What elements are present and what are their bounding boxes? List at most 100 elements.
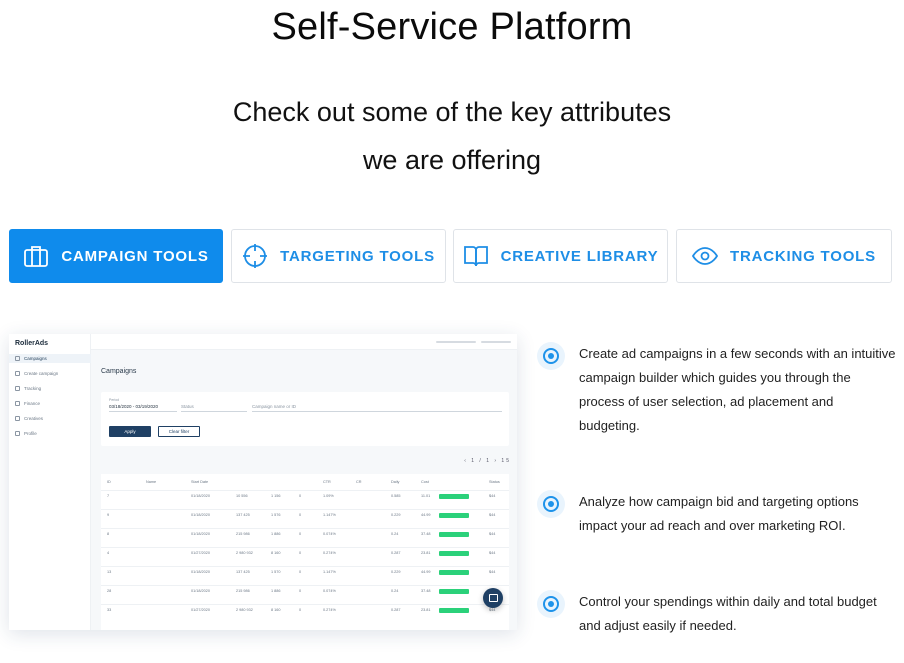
- mock-table-cell: 1.09%: [323, 494, 334, 498]
- mock-table-cell: 0.074%: [323, 589, 336, 593]
- mock-table-cell: 33: [107, 608, 112, 612]
- feature-text: Control your spendings within daily and …: [579, 594, 877, 633]
- mock-pager: ‹ 1 / 1 › 15: [464, 458, 511, 464]
- mock-row-divider: [101, 585, 509, 586]
- feature-text: Create ad campaigns in a few seconds wit…: [579, 346, 896, 433]
- mock-topbar: [91, 334, 517, 350]
- mock-table: ID Name Start Date CTR CR Daily Cost Status 7 01/…: [101, 474, 509, 630]
- mock-row-divider: [101, 528, 509, 529]
- page-subtitle: Check out some of the key attributes we …: [0, 88, 904, 184]
- mock-table-cell: 9: [107, 513, 110, 517]
- mock-table-cell: 0.229: [391, 513, 401, 517]
- mock-date-label: Period: [109, 398, 120, 402]
- mock-table-cell: 01/18/2020: [191, 570, 211, 574]
- mock-table-cell: 8 160: [271, 551, 281, 555]
- mock-table-cell: $44: [489, 513, 496, 517]
- tab-label: TARGETING TOOLS: [280, 247, 435, 265]
- target-dot-icon: [537, 590, 565, 618]
- mock-row-divider: [101, 490, 509, 491]
- mock-table-cell: 2 980 932: [236, 608, 253, 612]
- mock-table-cell: $44: [489, 608, 496, 612]
- mock-table-cell: 8 160: [271, 608, 281, 612]
- mock-table-cell: 1 886: [271, 589, 281, 593]
- mock-table-cell: 7: [107, 494, 110, 498]
- mock-topbar-placeholder: [481, 341, 511, 343]
- mock-clear-button: Clear filter: [158, 426, 200, 437]
- mock-table-cell: 1 156: [271, 494, 281, 498]
- mock-table-cell: 4: [107, 551, 110, 555]
- page-title: Self-Service Platform: [271, 6, 633, 48]
- mock-underline: [181, 411, 247, 412]
- mock-table-cell: 01/18/2020: [191, 494, 211, 498]
- mock-table-cell: 01/27/2020: [191, 551, 211, 555]
- mock-table-cell: 10 556: [236, 494, 248, 498]
- mock-table-cell: 0.274%: [323, 551, 336, 555]
- mock-underline: [109, 411, 177, 412]
- mock-table-cell: 0: [299, 570, 302, 574]
- mock-table-cell: 01/18/2020: [191, 532, 211, 536]
- mock-table-cell: 0: [299, 589, 302, 593]
- mock-table-cell: 44.99: [421, 513, 431, 517]
- status-badge: [439, 551, 469, 556]
- mock-apply-button: Apply: [109, 426, 151, 437]
- tab-tracking-tools[interactable]: TRACKING TOOLS: [676, 229, 892, 283]
- finance-icon: [15, 401, 20, 406]
- mock-table-cell: 137 425: [236, 570, 250, 574]
- book-icon: [463, 246, 488, 267]
- mock-table-cell: 215 986: [236, 532, 250, 536]
- mock-underline: [252, 411, 502, 412]
- tab-label: CREATIVE LIBRARY: [500, 247, 659, 265]
- mock-table-cell: 44.99: [421, 570, 431, 574]
- mock-column-header: ID: [107, 480, 111, 484]
- mock-table-cell: 0.287: [391, 551, 401, 555]
- tab-campaign-tools[interactable]: CAMPAIGN TOOLS: [9, 229, 223, 283]
- campaigns-icon: [15, 356, 20, 361]
- mock-table-cell: 13: [107, 570, 112, 574]
- mock-table-cell: 0: [299, 494, 302, 498]
- mock-row-divider: [101, 509, 509, 510]
- mock-column-header: Status: [489, 480, 500, 484]
- briefcase-icon: [24, 246, 49, 267]
- tab-label: CAMPAIGN TOOLS: [61, 247, 209, 265]
- mock-sidebar-item: Creatives: [15, 416, 43, 421]
- mock-page-title: Campaigns: [101, 368, 137, 375]
- feature-tabs: CAMPAIGN TOOLS TARGETING TOOLS CREATIVE …: [9, 229, 892, 283]
- tab-creative-library[interactable]: CREATIVE LIBRARY: [453, 229, 668, 283]
- mock-sidebar-item: Profile: [15, 431, 37, 436]
- mock-table-cell: 8: [107, 532, 110, 536]
- mock-table-cell: 01/18/2020: [191, 589, 211, 593]
- mock-table-cell: $44: [489, 551, 496, 555]
- mock-table-cell: 137 425: [236, 513, 250, 517]
- mock-table-cell: 1 570: [271, 570, 281, 574]
- mock-table-cell: 01/27/2020: [191, 608, 211, 612]
- mock-table-cell: $44: [489, 494, 496, 498]
- status-badge: [439, 513, 469, 518]
- dashboard-screenshot: RollerAds Campaigns Create campaign Trac…: [9, 334, 517, 630]
- creatives-icon: [15, 416, 20, 421]
- subtitle-line-1: Check out some of the key attributes: [232, 97, 672, 127]
- mock-table-cell: 0.24: [391, 532, 399, 536]
- mock-table-cell: $44: [489, 532, 496, 536]
- subtitle-line-2: we are offering: [362, 145, 542, 175]
- mock-table-cell: 01/18/2020: [191, 513, 211, 517]
- mock-table-cell: 0.24: [391, 589, 399, 593]
- mock-row-divider: [101, 547, 509, 548]
- eye-icon: [692, 247, 719, 265]
- mock-topbar-placeholder: [436, 341, 476, 343]
- crosshair-icon: [243, 244, 268, 268]
- mock-column-header: Daily: [391, 480, 400, 484]
- mock-column-header: Cost: [421, 480, 429, 484]
- mock-column-header: CR: [356, 480, 362, 484]
- target-dot-icon: [537, 490, 565, 518]
- mock-table-cell: 23.81: [421, 608, 431, 612]
- create-icon: [15, 371, 20, 376]
- mock-table-cell: 1 576: [271, 513, 281, 517]
- mock-row-divider: [101, 604, 509, 605]
- mock-table-cell: 0: [299, 551, 302, 555]
- status-badge: [439, 532, 469, 537]
- status-badge: [439, 570, 469, 575]
- tab-targeting-tools[interactable]: TARGETING TOOLS: [231, 229, 446, 283]
- mock-date-value: 03/18/2020 - 03/19/2020: [109, 404, 159, 409]
- mock-column-header: CTR: [323, 480, 331, 484]
- mock-table-cell: 28: [107, 589, 112, 593]
